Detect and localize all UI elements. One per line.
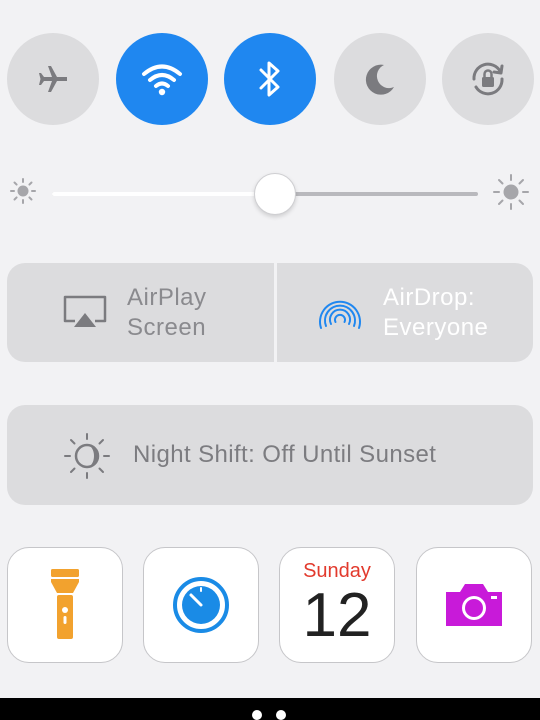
calendar-button[interactable]: Sunday 12 bbox=[279, 547, 395, 663]
page-indicator-bar bbox=[0, 698, 540, 720]
night-shift-button[interactable]: Night Shift: Off Until Sunset bbox=[7, 405, 533, 505]
wifi-icon bbox=[142, 64, 182, 96]
airplay-label: AirPlay Screen bbox=[127, 283, 207, 343]
brightness-high-icon bbox=[492, 173, 530, 211]
do-not-disturb-toggle[interactable] bbox=[334, 33, 426, 125]
brightness-slider-thumb[interactable] bbox=[253, 173, 296, 215]
rotation-lock-toggle[interactable] bbox=[442, 33, 534, 125]
flashlight-button[interactable] bbox=[7, 547, 123, 663]
camera-button[interactable] bbox=[416, 547, 532, 663]
brightness-low-icon bbox=[8, 176, 38, 206]
airplay-icon bbox=[63, 295, 107, 327]
calendar-date-label: 12 bbox=[302, 581, 372, 650]
airplay-button[interactable]: AirPlay Screen bbox=[7, 263, 274, 362]
airplane-mode-toggle[interactable] bbox=[7, 33, 99, 125]
airdrop-label-line1: AirDrop: bbox=[383, 283, 476, 311]
airplane-icon bbox=[39, 66, 67, 92]
timer-button[interactable] bbox=[143, 547, 259, 663]
brightness-slider-fill bbox=[52, 192, 274, 196]
airdrop-button[interactable]: AirDrop: Everyone bbox=[277, 263, 533, 362]
control-center: AirPlay Screen AirDrop: Everyone Night S… bbox=[0, 0, 540, 720]
share-panel: AirPlay Screen AirDrop: Everyone bbox=[7, 263, 533, 362]
airdrop-label-line2: Everyone bbox=[383, 313, 489, 341]
wifi-toggle[interactable] bbox=[116, 33, 208, 125]
timer-icon bbox=[173, 577, 229, 633]
bluetooth-icon bbox=[259, 61, 280, 97]
camera-icon bbox=[446, 584, 502, 626]
flashlight-icon bbox=[51, 569, 79, 639]
page-dot[interactable] bbox=[252, 710, 262, 720]
airplay-label-line1: AirPlay bbox=[127, 283, 207, 311]
page-dot[interactable] bbox=[276, 710, 286, 720]
night-shift-label: Night Shift: Off Until Sunset bbox=[133, 441, 437, 468]
airdrop-label: AirDrop: Everyone bbox=[383, 283, 488, 343]
bluetooth-toggle[interactable] bbox=[224, 33, 316, 125]
airdrop-icon bbox=[319, 300, 361, 329]
night-shift-icon bbox=[64, 433, 110, 479]
moon-icon bbox=[365, 64, 394, 95]
rotation-lock-icon bbox=[472, 62, 504, 96]
airplay-label-line2: Screen bbox=[127, 313, 207, 341]
